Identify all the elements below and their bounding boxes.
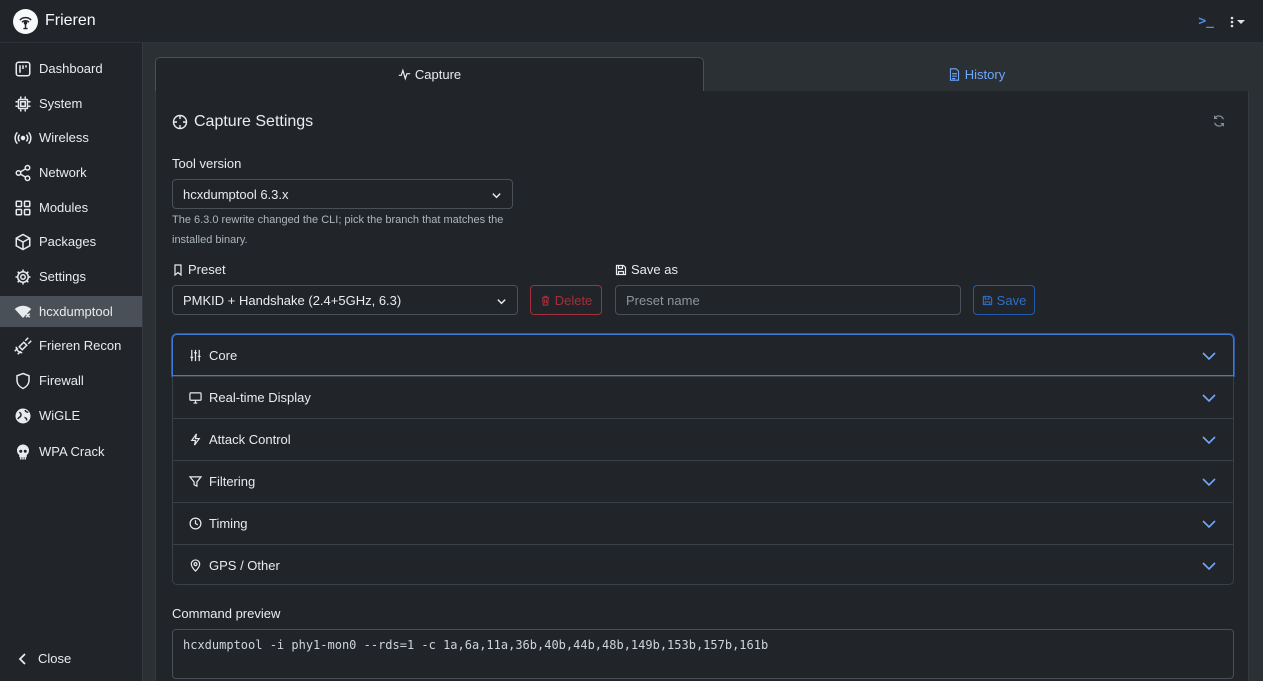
sidebar-item-label: Packages [39, 234, 97, 249]
sidebar-item-label: Settings [39, 269, 86, 284]
sidebar-item-wpa-crack[interactable]: WPA Crack [0, 436, 142, 467]
terminal-icon[interactable]: >_ [1198, 14, 1214, 29]
chevron-down-icon [1202, 520, 1216, 529]
sidebar-item-label: WiGLE [39, 408, 81, 423]
wifi-off-icon [13, 302, 33, 322]
skull-icon [13, 442, 33, 462]
sidebar-item-network[interactable]: Network [0, 157, 142, 188]
save-as-label: Save as [615, 262, 678, 277]
accordion-attack-control[interactable]: Attack Control [173, 418, 1233, 460]
location-pin-icon [189, 559, 203, 573]
kebab-menu-icon[interactable] [1230, 16, 1245, 28]
sidebar-item-label: Dashboard [39, 61, 103, 76]
chevron-down-icon [497, 299, 506, 305]
top-navbar: Frieren >_ [0, 0, 1263, 43]
filter-icon [189, 475, 203, 489]
sidebar-item-system[interactable]: System [0, 88, 142, 119]
box-icon [13, 232, 33, 252]
sidebar-item-label: Firewall [39, 373, 84, 388]
satellite-icon [13, 336, 33, 356]
sidebar-item-label: System [39, 96, 83, 111]
accordion-gps-other[interactable]: GPS / Other [173, 544, 1233, 586]
sidebar-item-label: hcxdumptool [39, 304, 113, 319]
sidebar-item-packages[interactable]: Packages [0, 226, 142, 257]
sidebar-item-settings[interactable]: Settings [0, 261, 142, 292]
bookmark-icon [174, 263, 182, 276]
delete-preset-button[interactable]: Delete [530, 285, 602, 315]
tab-bar: Capture History [155, 57, 1249, 91]
wifi-antenna-icon [13, 8, 38, 34]
grid-icon [13, 198, 33, 218]
sidebar-item-label: WPA Crack [39, 444, 105, 459]
panel-title: Capture Settings [172, 113, 313, 131]
sidebar-close-button[interactable]: Close [0, 643, 142, 674]
preset-label: Preset [172, 262, 226, 277]
tab-capture[interactable]: Capture [155, 57, 704, 91]
chevron-down-icon [1202, 352, 1216, 361]
floppy-disk-icon [615, 264, 627, 275]
dashboard-icon [13, 59, 33, 79]
settings-accordion: Core Real-time Display Attack Control Fi… [172, 334, 1234, 585]
accordion-timing[interactable]: Timing [173, 502, 1233, 544]
tool-version-label: Tool version [172, 156, 242, 171]
sidebar-item-hcxdumptool[interactable]: hcxdumptool [0, 296, 142, 327]
main-content: Capture History Capture Settings Tool ve… [143, 43, 1263, 681]
chevron-down-icon [1202, 478, 1216, 487]
accordion-core[interactable]: Core [172, 334, 1234, 376]
sidebar-item-modules[interactable]: Modules [0, 192, 142, 223]
gear-icon [13, 267, 33, 287]
crosshair-icon [172, 114, 188, 130]
sidebar-item-label: Network [39, 165, 87, 180]
accordion-real-time-display[interactable]: Real-time Display [173, 376, 1233, 418]
preset-name-input[interactable]: Preset name [615, 285, 961, 315]
trash-icon [541, 295, 549, 306]
sidebar-item-firewall[interactable]: Firewall [0, 365, 142, 396]
chevron-down-icon [1202, 436, 1216, 445]
chevron-down-icon [1202, 394, 1216, 403]
chevron-left-icon [18, 652, 26, 665]
sliders-icon [189, 348, 203, 362]
sidebar-item-label: Modules [39, 200, 89, 215]
command-preview-textarea[interactable]: hcxdumptool -i phy1-mon0 --rds=1 -c 1a,6… [172, 629, 1234, 679]
chevron-down-icon [1202, 562, 1216, 571]
brand[interactable]: Frieren [13, 8, 96, 34]
accordion-filtering[interactable]: Filtering [173, 460, 1233, 502]
sidebar-item-dashboard[interactable]: Dashboard [0, 53, 142, 84]
capture-settings-panel: Capture Settings Tool version hcxdumptoo… [155, 91, 1249, 681]
share-nodes-icon [13, 163, 33, 183]
close-label: Close [38, 651, 72, 666]
globe-icon [13, 406, 33, 426]
sidebar-item-label: Wireless [39, 130, 89, 145]
sidebar-item-label: Frieren Recon [39, 338, 122, 353]
sidebar: Dashboard System Wireless Network Module… [0, 43, 143, 681]
tool-version-select[interactable]: hcxdumptool 6.3.x [172, 179, 513, 209]
floppy-disk-icon [982, 295, 992, 305]
tab-capture-label: Capture [414, 67, 462, 82]
lightning-icon [189, 433, 203, 447]
tab-history-label: History [964, 66, 1006, 82]
shield-icon [13, 371, 33, 391]
tab-history[interactable]: History [704, 57, 1249, 91]
tool-version-help: The 6.3.0 rewrite changed the CLI; pick … [172, 214, 504, 246]
chevron-down-icon [492, 193, 501, 199]
sidebar-item-frieren-recon[interactable]: Frieren Recon [0, 330, 142, 361]
monitor-icon [189, 391, 203, 405]
save-preset-button[interactable]: Save [973, 285, 1035, 315]
refresh-icon[interactable] [1212, 114, 1226, 128]
activity-icon [398, 68, 411, 81]
command-preview-label: Command preview [172, 606, 281, 621]
sidebar-item-wigle[interactable]: WiGLE [0, 400, 142, 431]
broadcast-icon [13, 128, 33, 148]
document-icon [949, 67, 959, 81]
sidebar-item-wireless[interactable]: Wireless [0, 122, 142, 153]
clock-icon [189, 517, 203, 531]
preset-select[interactable]: PMKID + Handshake (2.4+5GHz, 6.3) [172, 285, 518, 315]
cpu-icon [13, 94, 33, 114]
app-title: Frieren [45, 12, 96, 29]
